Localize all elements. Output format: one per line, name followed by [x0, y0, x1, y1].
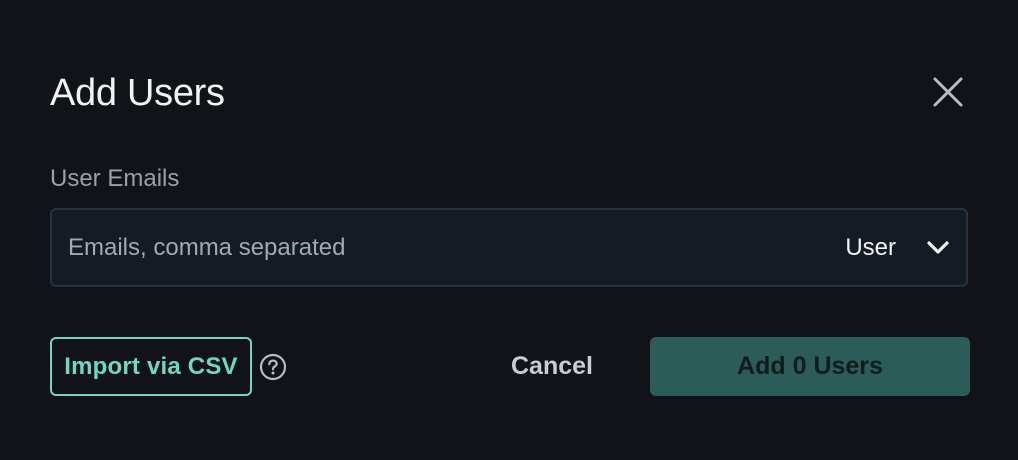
- email-field[interactable]: [68, 228, 768, 268]
- import-csv-label: Import via CSV: [64, 352, 238, 380]
- add-users-dialog: Add Users User Emails User Import via CS…: [0, 0, 1018, 460]
- cancel-button[interactable]: Cancel: [490, 337, 614, 396]
- add-users-button[interactable]: Add 0 Users: [650, 337, 970, 396]
- role-select[interactable]: User: [845, 228, 950, 268]
- chevron-down-icon: [926, 240, 950, 256]
- close-button[interactable]: [926, 70, 970, 114]
- question-circle-icon[interactable]: [259, 353, 287, 381]
- cancel-label: Cancel: [511, 352, 593, 380]
- dialog-title: Add Users: [50, 72, 225, 114]
- user-emails-label: User Emails: [50, 165, 180, 192]
- close-icon: [933, 77, 963, 107]
- email-field-container: User: [50, 208, 968, 287]
- role-select-value: User: [845, 234, 896, 261]
- add-users-label: Add 0 Users: [737, 352, 883, 380]
- import-csv-button[interactable]: Import via CSV: [50, 337, 252, 396]
